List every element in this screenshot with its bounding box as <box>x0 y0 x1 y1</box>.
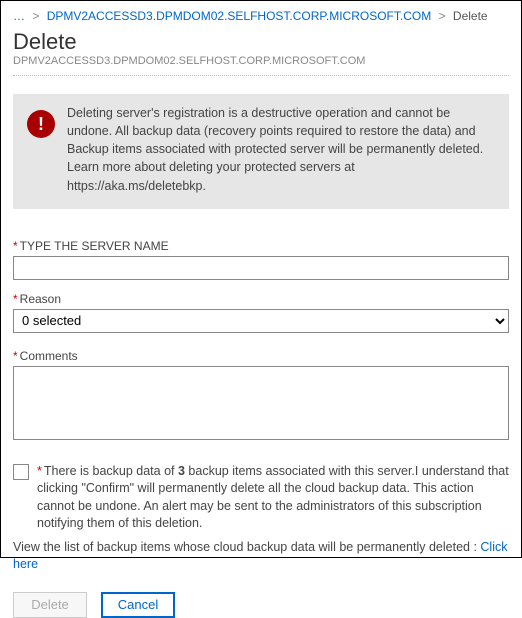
chevron-right-icon: > <box>28 9 43 23</box>
breadcrumb: … > DPMV2ACCESSD3.DPMDOM02.SELFHOST.CORP… <box>13 9 509 23</box>
delete-button: Delete <box>13 592 87 618</box>
warning-text: Deleting server's registration is a dest… <box>67 104 495 195</box>
acknowledge-row: *There is backup data of 3 backup items … <box>13 463 509 533</box>
server-name-label: *TYPE THE SERVER NAME <box>13 239 509 253</box>
breadcrumb-current: Delete <box>453 9 488 23</box>
warning-banner: ! Deleting server's registration is a de… <box>13 94 509 209</box>
acknowledge-checkbox[interactable] <box>13 464 29 480</box>
page-subtitle: DPMV2ACCESSD3.DPMDOM02.SELFHOST.CORP.MIC… <box>13 55 509 67</box>
page-title: Delete <box>13 29 509 55</box>
required-asterisk: * <box>37 464 42 478</box>
required-asterisk: * <box>13 349 18 363</box>
reason-label: *Reason <box>13 292 509 306</box>
button-row: Delete Cancel <box>13 592 509 618</box>
divider <box>13 75 509 76</box>
comments-label: *Comments <box>13 349 509 363</box>
warning-icon: ! <box>27 110 55 138</box>
breadcrumb-ellipsis[interactable]: … <box>13 9 25 23</box>
list-note: View the list of backup items whose clou… <box>13 539 509 574</box>
required-asterisk: * <box>13 292 18 306</box>
chevron-right-icon: > <box>435 9 450 23</box>
reason-select[interactable]: 0 selected <box>13 309 509 333</box>
required-asterisk: * <box>13 239 18 253</box>
cancel-button[interactable]: Cancel <box>101 592 175 618</box>
comments-input[interactable] <box>13 366 509 440</box>
server-name-input[interactable] <box>13 256 509 280</box>
breadcrumb-parent[interactable]: DPMV2ACCESSD3.DPMDOM02.SELFHOST.CORP.MIC… <box>47 9 432 23</box>
acknowledge-text: *There is backup data of 3 backup items … <box>37 463 509 533</box>
